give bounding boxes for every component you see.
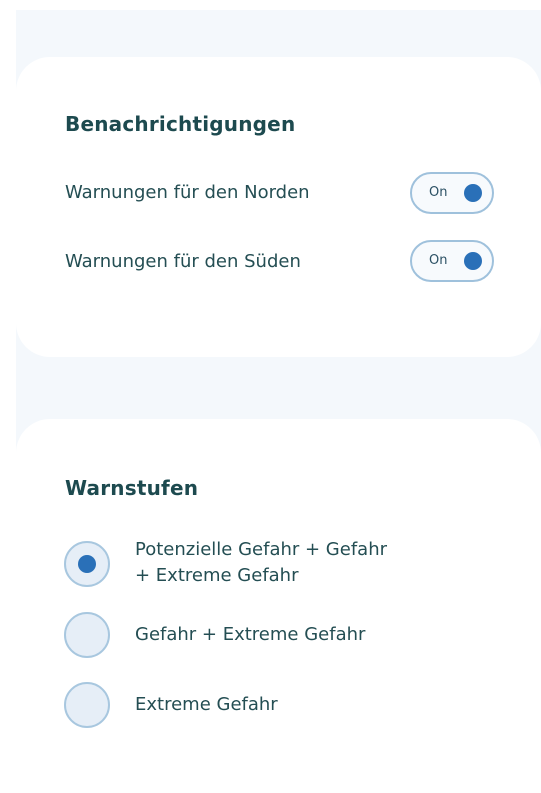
radio-button[interactable] bbox=[64, 682, 110, 728]
toggle-state-label: On bbox=[429, 253, 448, 268]
south-warnings-label: Warnungen für den Süden bbox=[65, 251, 301, 272]
radio-label-line2: + Extreme Gefahr bbox=[135, 565, 299, 586]
radio-button-selected[interactable] bbox=[64, 541, 110, 587]
radio-label: Gefahr + Extreme Gefahr bbox=[135, 624, 366, 645]
north-warnings-toggle[interactable]: On bbox=[410, 172, 494, 214]
south-warnings-toggle[interactable]: On bbox=[410, 240, 494, 282]
level-option-danger[interactable]: Gefahr + Extreme Gefahr bbox=[64, 612, 504, 662]
radio-label-line1: Potenzielle Gefahr + Gefahr bbox=[135, 539, 388, 560]
notifications-title: Benachrichtigungen bbox=[65, 112, 296, 136]
level-option-potential-danger[interactable]: Potenzielle Gefahr + Gefahr + Extreme Ge… bbox=[64, 537, 504, 597]
toggle-knob bbox=[464, 184, 482, 202]
warning-levels-title: Warnstufen bbox=[65, 476, 199, 500]
toggle-state-label: On bbox=[429, 185, 448, 200]
radio-dot bbox=[78, 555, 96, 573]
radio-label: Potenzielle Gefahr + Gefahr + Extreme Ge… bbox=[135, 537, 495, 589]
radio-button[interactable] bbox=[64, 612, 110, 658]
radio-label: Extreme Gefahr bbox=[135, 694, 278, 715]
level-option-extreme-danger[interactable]: Extreme Gefahr bbox=[64, 682, 504, 732]
toggle-knob bbox=[464, 252, 482, 270]
north-warnings-label: Warnungen für den Norden bbox=[65, 182, 310, 203]
